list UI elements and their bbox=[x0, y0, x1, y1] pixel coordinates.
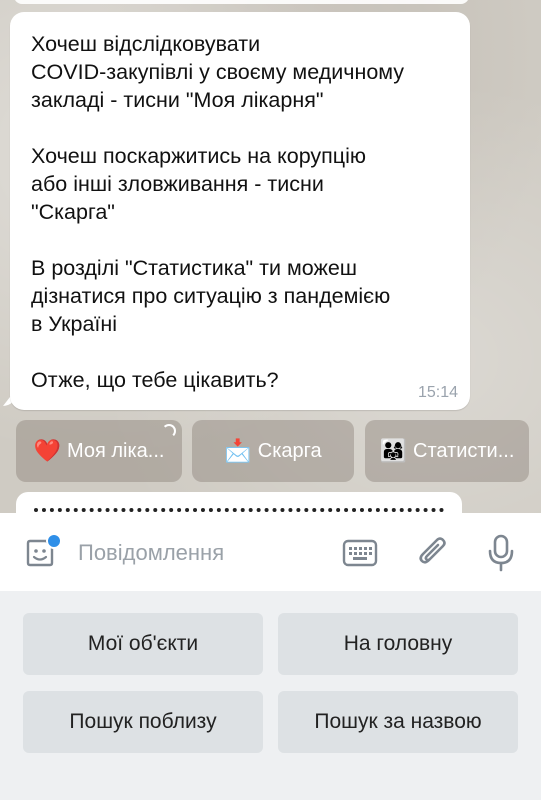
microphone-icon[interactable] bbox=[486, 533, 516, 573]
inline-button-label: Скарга bbox=[257, 439, 322, 462]
previous-message-edge bbox=[14, 0, 469, 4]
chat-background: Хочеш відслідковувати COVID-закупівлі у … bbox=[0, 0, 541, 513]
family-icon: 👨‍👩‍👧 bbox=[379, 438, 407, 463]
message-bubble: Хочеш відслідковувати COVID-закупівлі у … bbox=[10, 12, 470, 410]
message-line: або інші зловживання - тисни bbox=[31, 172, 324, 196]
message-input[interactable] bbox=[78, 533, 328, 573]
message-line: Хочеш поскаржитись на корупцію bbox=[31, 144, 367, 168]
reply-button-home[interactable]: На головну bbox=[278, 613, 518, 675]
message-line: Хочеш відслідковувати bbox=[31, 32, 261, 56]
message-input-bar bbox=[0, 513, 541, 591]
message-line: В розділі "Статистика" ти можеш bbox=[31, 256, 358, 280]
message-line: закладі - тисни "Моя лікарня" bbox=[31, 88, 324, 112]
message-line: Отже, що тебе цікавить? bbox=[31, 368, 279, 392]
message-line: "Скарга" bbox=[31, 200, 115, 224]
keyboard-icon[interactable] bbox=[342, 539, 378, 567]
next-message-bubble bbox=[16, 492, 462, 513]
envelope-icon: 📩 bbox=[224, 438, 252, 463]
reply-keyboard: Мої об'єкти На головну Пошук поблизу Пош… bbox=[0, 591, 541, 800]
message-line: дізнатися про ситуацію з пандемією bbox=[31, 284, 391, 308]
inline-button-statistics[interactable]: 👨‍👩‍👧 Статисти... bbox=[365, 420, 529, 482]
inline-button-my-hospital[interactable]: ❤️ Моя ліка... bbox=[16, 420, 182, 482]
heart-icon: ❤️ bbox=[33, 438, 61, 463]
message-time: 15:14 bbox=[417, 384, 458, 401]
attach-icon[interactable] bbox=[415, 533, 451, 573]
inline-button-label: Моя ліка... bbox=[66, 439, 165, 462]
inline-button-complaint[interactable]: 📩 Скарга bbox=[192, 420, 354, 482]
reply-button-search-by-name[interactable]: Пошук за назвою bbox=[278, 691, 518, 753]
loading-spinner-icon bbox=[162, 424, 176, 438]
inline-button-label: Статисти... bbox=[413, 439, 515, 462]
message-text: Хочеш відслідковувати COVID-закупівлі у … bbox=[31, 30, 461, 394]
notification-dot bbox=[46, 533, 62, 549]
message-line: в Україні bbox=[31, 312, 118, 336]
message-line: COVID-закупівлі у своєму медичному bbox=[31, 60, 405, 84]
reply-button-search-nearby[interactable]: Пошук поблизу bbox=[23, 691, 263, 753]
reply-button-my-objects[interactable]: Мої об'єкти bbox=[23, 613, 263, 675]
